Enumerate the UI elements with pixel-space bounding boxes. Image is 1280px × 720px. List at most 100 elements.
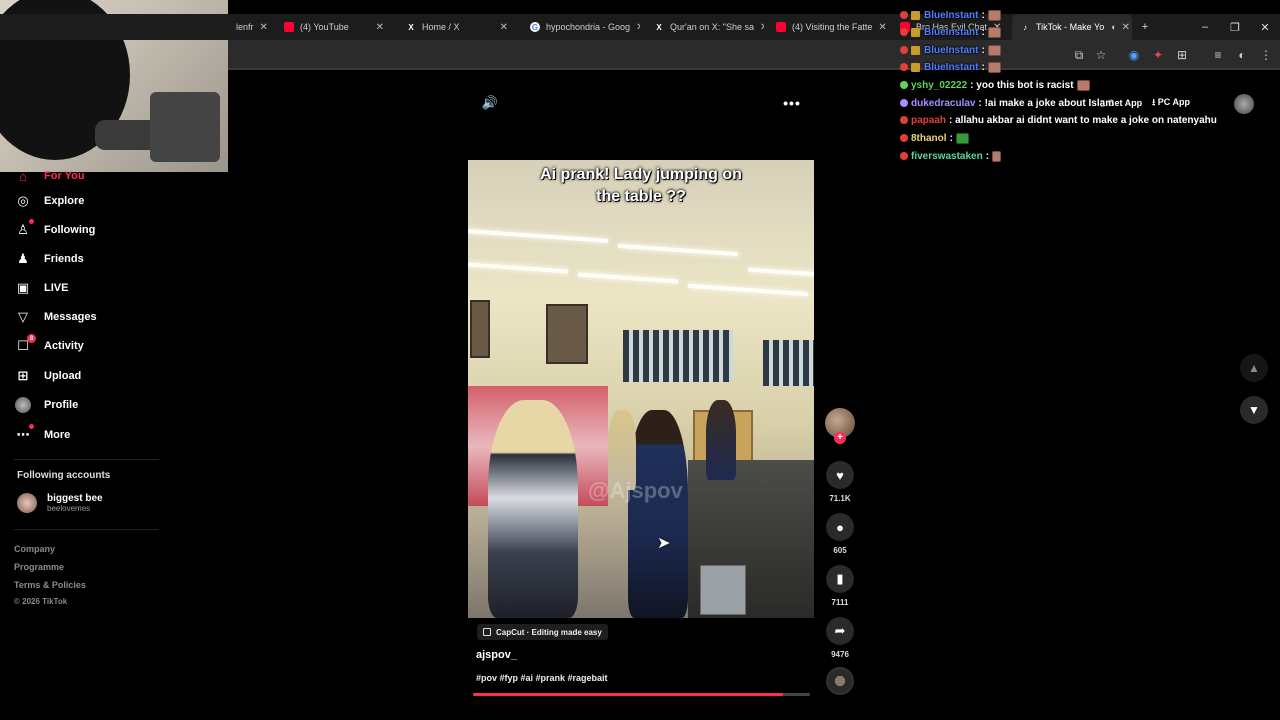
close-icon[interactable]: ✕ xyxy=(376,22,384,33)
chat-message: BlueInstant : xyxy=(900,59,1001,75)
sidebar-item-following[interactable]: ♙ Following xyxy=(14,218,95,242)
following-account[interactable]: biggest bee beelovemes xyxy=(17,493,103,513)
chat-text: : xyxy=(981,61,985,73)
more-options-icon[interactable]: ••• xyxy=(782,94,802,112)
footer-terms-link[interactable]: Terms & Policies xyxy=(14,580,86,590)
video-title-line: Ai prank! Lady jumping on xyxy=(540,166,742,183)
capcut-tag[interactable]: CapCut · Editing made easy xyxy=(477,624,608,640)
footer-copyright: © 2026 TikTok xyxy=(14,597,68,606)
share-button[interactable]: ➦ xyxy=(826,617,854,645)
mouse-cursor-icon: ➤ xyxy=(657,535,671,552)
chat-emote-icon xyxy=(987,44,1001,56)
video-hashtags[interactable]: #pov #fyp #ai #prank #ragebait xyxy=(476,673,608,683)
sidebar-item-friends[interactable]: ♟ Friends xyxy=(14,247,84,271)
ceiling-light xyxy=(578,272,678,284)
video-progress-bar[interactable] xyxy=(473,693,810,696)
video-player[interactable]: Ai prank! Lady jumping on the table ?? @… xyxy=(468,160,814,618)
tab-x-home[interactable]: X Home / X ✕ xyxy=(398,14,516,40)
follow-plus-icon[interactable]: + xyxy=(834,432,846,444)
puzzle-icon[interactable]: ⊞ xyxy=(1174,47,1190,63)
comment-button[interactable]: ● xyxy=(826,513,854,541)
chat-username: BlueInstant xyxy=(924,44,979,56)
restore-button[interactable]: ❐ xyxy=(1220,14,1250,40)
chat-message: dukedraculav : !ai make a joke about Isl… xyxy=(900,95,1114,111)
chat-badge-icon xyxy=(911,27,920,37)
previous-video-button[interactable]: ▲ xyxy=(1240,354,1268,382)
close-icon[interactable]: ✕ xyxy=(260,22,268,33)
close-icon[interactable]: ✕ xyxy=(500,22,508,33)
close-window-button[interactable]: ✕ xyxy=(1250,14,1280,40)
chat-message: 8thanol : xyxy=(900,130,969,146)
chat-username: BlueInstant xyxy=(924,61,979,73)
pc-app-button[interactable]: ⭳ PC App xyxy=(1152,95,1190,111)
tab-label: hypochondria - Goog xyxy=(546,22,631,32)
sidebar-item-activity[interactable]: ☐ 8 Activity xyxy=(14,334,84,358)
install-icon[interactable]: ⧉ xyxy=(1071,47,1087,63)
chat-badge-icon xyxy=(900,81,908,89)
close-icon[interactable]: ✕ xyxy=(1122,22,1130,33)
chat-text: : xyxy=(981,26,985,38)
footer-programme-link[interactable]: Programme xyxy=(14,562,64,572)
media-icon[interactable]: ≡ xyxy=(1210,47,1226,63)
tab-partial[interactable]: lenfr ✕ xyxy=(228,14,268,40)
chat-text: : !ai make a joke about Islam xyxy=(978,97,1115,109)
extension-icon[interactable]: ◉ xyxy=(1126,47,1142,63)
tab-youtube[interactable]: (4) YouTube ✕ xyxy=(276,14,392,40)
tab-youtube-2[interactable]: (4) Visiting the Fatte ✕ xyxy=(768,14,886,40)
chat-badge-icon xyxy=(900,63,908,71)
footer-company-link[interactable]: Company xyxy=(14,544,55,554)
profile-icon[interactable]: ◐ xyxy=(1234,47,1250,63)
sidebar-item-profile[interactable]: Profile xyxy=(14,393,78,417)
chat-username: dukedraculav xyxy=(911,97,976,109)
chat-username: fiverswastaken xyxy=(911,150,983,162)
save-button[interactable]: ▮ xyxy=(826,565,854,593)
tab-label: TikTok - Make Yo xyxy=(1036,22,1105,32)
video-overlay-title: Ai prank! Lady jumping on the table ?? xyxy=(468,164,814,208)
address-bar-area[interactable] xyxy=(228,40,1280,70)
sidebar-item-live[interactable]: ▣ LIVE xyxy=(14,276,69,300)
menu-icon[interactable]: ⋮ xyxy=(1258,47,1274,63)
sidebar-item-label: For You xyxy=(44,170,85,182)
minimize-button[interactable]: – xyxy=(1190,14,1220,40)
next-video-button[interactable]: ▼ xyxy=(1240,396,1268,424)
user-avatar[interactable] xyxy=(1234,94,1254,114)
sidebar-item-for-you[interactable]: ⌂ For You xyxy=(14,164,85,188)
close-icon[interactable]: ✕ xyxy=(760,22,764,33)
close-icon[interactable]: ✕ xyxy=(636,22,640,33)
sidebar-item-label: LIVE xyxy=(44,282,69,294)
tab-label: (4) Visiting the Fatte xyxy=(792,22,873,32)
wall-picture xyxy=(546,304,588,364)
sidebar-item-explore[interactable]: ◎ Explore xyxy=(14,189,84,213)
chat-message: yshy_02222 : yoo this bot is racist xyxy=(900,77,1090,93)
tiktok-icon: ♪ xyxy=(1023,22,1027,32)
tab-x-quran[interactable]: X Qur'an on X: "She sa ✕ xyxy=(646,14,764,40)
share-count: 9476 xyxy=(831,650,849,659)
video-author[interactable]: ajspov_ xyxy=(476,649,517,661)
share-arrow-icon: ➦ xyxy=(834,623,846,638)
tab-tiktok[interactable]: ♪ TikTok - Make Yo ◖ ✕ xyxy=(1012,14,1132,40)
youtube-icon xyxy=(284,22,294,32)
background-person xyxy=(706,400,736,480)
extension-icon[interactable]: ✦ xyxy=(1150,47,1166,63)
ceiling-light xyxy=(748,267,814,277)
tab-google[interactable]: G hypochondria - Goog ✕ xyxy=(522,14,640,40)
new-tab-button[interactable]: + xyxy=(1130,14,1160,40)
volume-icon[interactable]: 🔊 xyxy=(481,94,499,112)
chat-text: : xyxy=(981,44,985,56)
sidebar-item-upload[interactable]: ⊞ Upload xyxy=(14,364,82,388)
sidebar-item-label: Upload xyxy=(44,370,82,382)
sidebar-item-more[interactable]: ⋯ More xyxy=(14,423,70,447)
chat-username: papaah xyxy=(911,114,947,126)
chat-badge-icon xyxy=(900,134,908,142)
ceiling-light xyxy=(468,262,568,274)
sidebar-item-messages[interactable]: ▽ Messages xyxy=(14,305,97,329)
chat-badge-icon xyxy=(900,99,908,107)
close-icon[interactable]: ✕ xyxy=(878,22,886,33)
like-button[interactable]: ♥ xyxy=(826,461,854,489)
music-disc-icon[interactable] xyxy=(826,667,854,695)
speaker-icon[interactable]: ◖ xyxy=(1110,22,1115,32)
chat-text: : xyxy=(985,150,990,162)
sidebar: ⌂ For You ◎ Explore ♙ Following ♟ Friend… xyxy=(0,169,228,720)
chat-badge-icon xyxy=(900,116,908,124)
bookmark-star-icon[interactable]: ☆ xyxy=(1093,47,1109,63)
